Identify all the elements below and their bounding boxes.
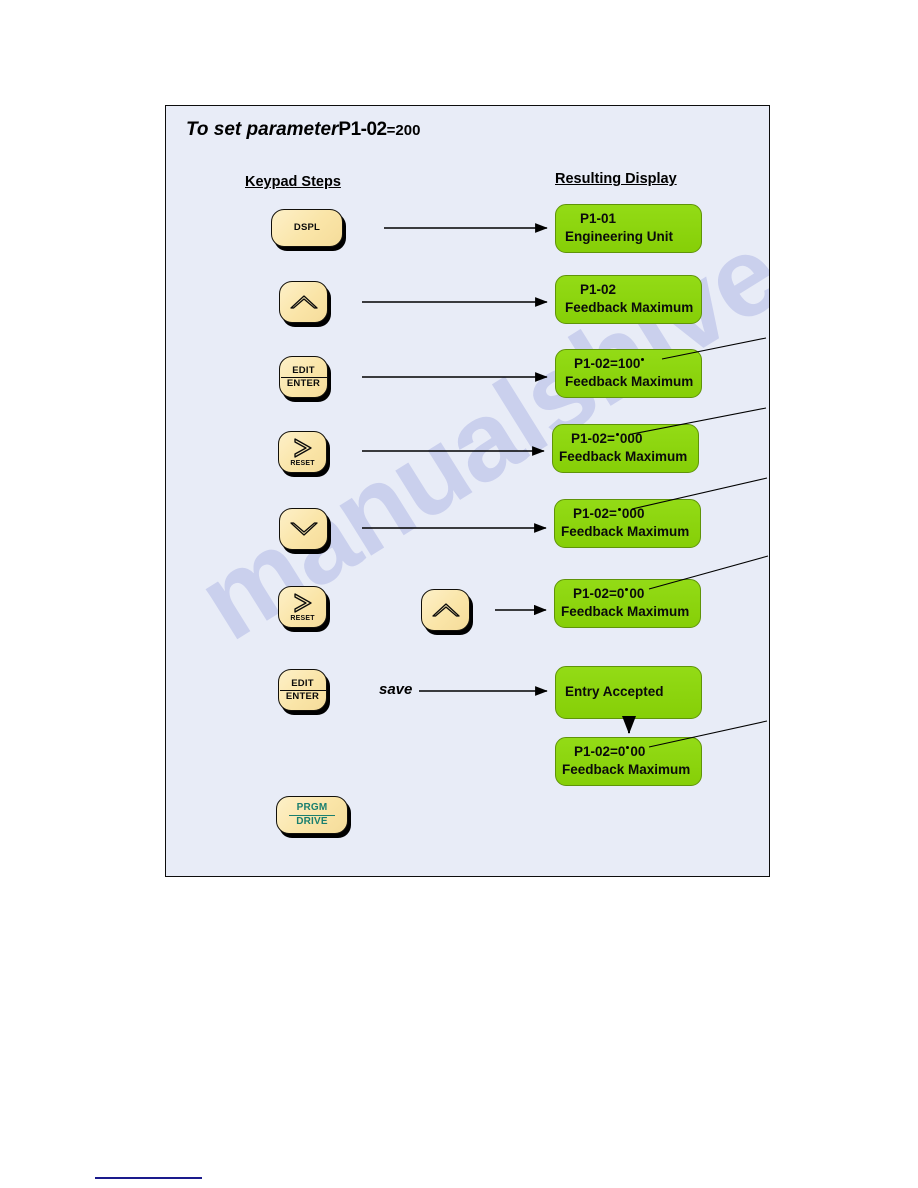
display-line-1: P1-02=000 <box>574 744 646 759</box>
enter-label: ENTER <box>286 377 321 389</box>
display-line-1: P1-02=000 <box>573 586 645 601</box>
display-box-6: P1-02=0 00 Feedback Maximum <box>554 579 701 629</box>
dspl-key-label: DSPL <box>293 222 321 234</box>
display-box-2: P1-02 Feedback Maximum <box>555 275 702 325</box>
display-line-1: P1-02=100 <box>556 355 701 373</box>
display-box-1: P1-01 Engineering Unit <box>555 204 702 254</box>
up-arrow-key-inline[interactable] <box>421 589 470 631</box>
edit-label: EDIT <box>279 678 326 691</box>
title-lead: To set parameter <box>186 119 339 140</box>
display-line-2: Feedback Maximum <box>561 604 690 620</box>
enter-label: ENTER <box>285 690 320 702</box>
chevron-right-icon <box>290 437 316 459</box>
display-line-2: Engineering Unit <box>565 229 673 245</box>
display-box-5: P1-02= 000 Feedback Maximum <box>554 499 701 549</box>
chevron-right-icon <box>290 592 316 614</box>
display-box-3: P1-02=100 Feedback Maximum <box>555 349 702 399</box>
display-line-2: Feedback Maximum <box>559 449 688 465</box>
figure-title: To set parameterP1-02=200 <box>186 119 420 141</box>
reset-label: RESET <box>290 460 315 467</box>
reset-label: RESET <box>290 615 315 622</box>
figure-panel: manualshive.com To set parameterP1-02=20… <box>165 105 770 877</box>
display-line-2: Feedback Maximum <box>565 374 694 390</box>
display-box-final: P1-02=0 00 Feedback Maximum <box>555 737 702 787</box>
edit-enter-key[interactable]: EDIT ENTER <box>279 356 328 398</box>
title-value: 200 <box>395 122 421 139</box>
display-line-1: P1-01 <box>580 211 617 226</box>
cursor-dot <box>626 746 630 749</box>
down-arrow-key[interactable] <box>279 508 328 550</box>
display-box-entry-accepted: Entry Accepted <box>555 666 702 720</box>
edit-label: EDIT <box>280 365 327 378</box>
dspl-key[interactable]: DSPL <box>271 209 343 247</box>
display-line-2: Feedback Maximum <box>562 762 691 778</box>
drive-label: DRIVE <box>296 815 328 827</box>
edit-enter-key-2[interactable]: EDIT ENTER <box>278 669 327 711</box>
chevron-up-icon <box>289 293 319 311</box>
reset-right-key[interactable]: RESET <box>278 431 327 473</box>
cursor-dot <box>617 508 621 511</box>
display-box-4: P1-02= 000 Feedback Maximum <box>552 424 699 474</box>
display-line-2: Feedback Maximum <box>565 300 694 316</box>
up-arrow-key[interactable] <box>279 281 328 323</box>
title-parameter: P1-02 <box>338 119 387 140</box>
column-header-resulting-display: Resulting Display <box>555 171 677 187</box>
save-annotation: save <box>379 681 413 698</box>
cursor-dot <box>615 433 619 436</box>
prgm-label: PRGM <box>289 802 335 816</box>
column-header-keypad-steps: Keypad Steps <box>245 174 341 190</box>
cursor-dot <box>641 358 645 361</box>
chevron-down-icon <box>289 520 319 538</box>
display-line-1: P1-02 <box>580 282 617 297</box>
display-line-2: Feedback Maximum <box>561 524 690 540</box>
display-line-1: Entry Accepted <box>565 684 664 699</box>
chevron-up-icon <box>431 601 461 619</box>
cursor-dot <box>625 588 629 591</box>
footer-rule <box>95 1177 202 1179</box>
display-line-1: P1-02=000 <box>573 506 645 521</box>
reset-right-key-2[interactable]: RESET <box>278 586 327 628</box>
display-line-1: P1-02=000 <box>571 431 643 446</box>
prgm-drive-key[interactable]: PRGM DRIVE <box>276 796 348 834</box>
